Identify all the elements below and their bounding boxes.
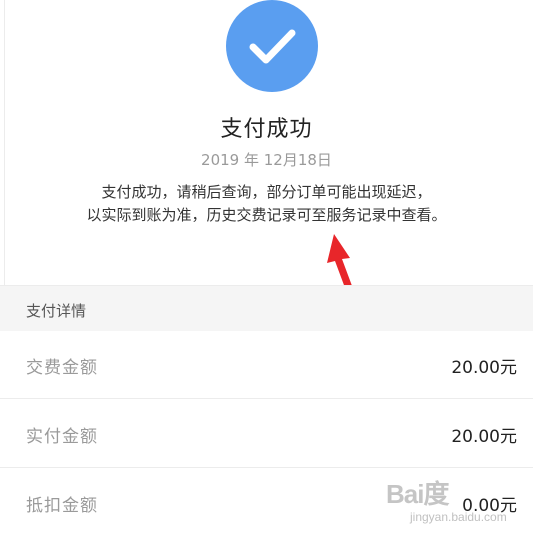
- result-note-line-1: 支付成功，请稍后查询，部分订单可能出现延迟，: [101, 183, 432, 201]
- section-title: 支付详情: [26, 302, 87, 320]
- row-value: 20.00元: [451, 358, 517, 378]
- result-note-line-2: 以实际到账为准，历史交费记录可至服务记录中查看。: [86, 206, 447, 224]
- detail-row-paid-amount: 实付金额 20.00元: [0, 400, 533, 468]
- baidu-jingyan-watermark: Bai度 jingyan.baidu.com: [380, 470, 530, 532]
- row-label: 抵扣金额: [26, 496, 98, 516]
- checkmark-icon: [249, 29, 296, 64]
- success-badge: [226, 0, 318, 92]
- section-header-payment-details: 支付详情: [0, 285, 533, 331]
- row-value: 20.00元: [451, 427, 517, 447]
- payment-date: 2019 年 12月18日: [201, 151, 332, 169]
- detail-row-fee-amount: 交费金额 20.00元: [0, 331, 533, 399]
- page-title: 支付成功: [220, 117, 313, 142]
- watermark-url: jingyan.baidu.com: [410, 510, 507, 524]
- watermark-brand: Bai度: [386, 479, 449, 509]
- payment-result-page: 支付成功 2019 年 12月18日 支付成功，请稍后查询，部分订单可能出现延迟…: [0, 0, 533, 536]
- result-note: 支付成功，请稍后查询，部分订单可能出现延迟， 以实际到账为准，历史交费记录可至服…: [0, 181, 533, 227]
- row-label: 实付金额: [26, 427, 98, 447]
- row-label: 交费金额: [26, 358, 98, 378]
